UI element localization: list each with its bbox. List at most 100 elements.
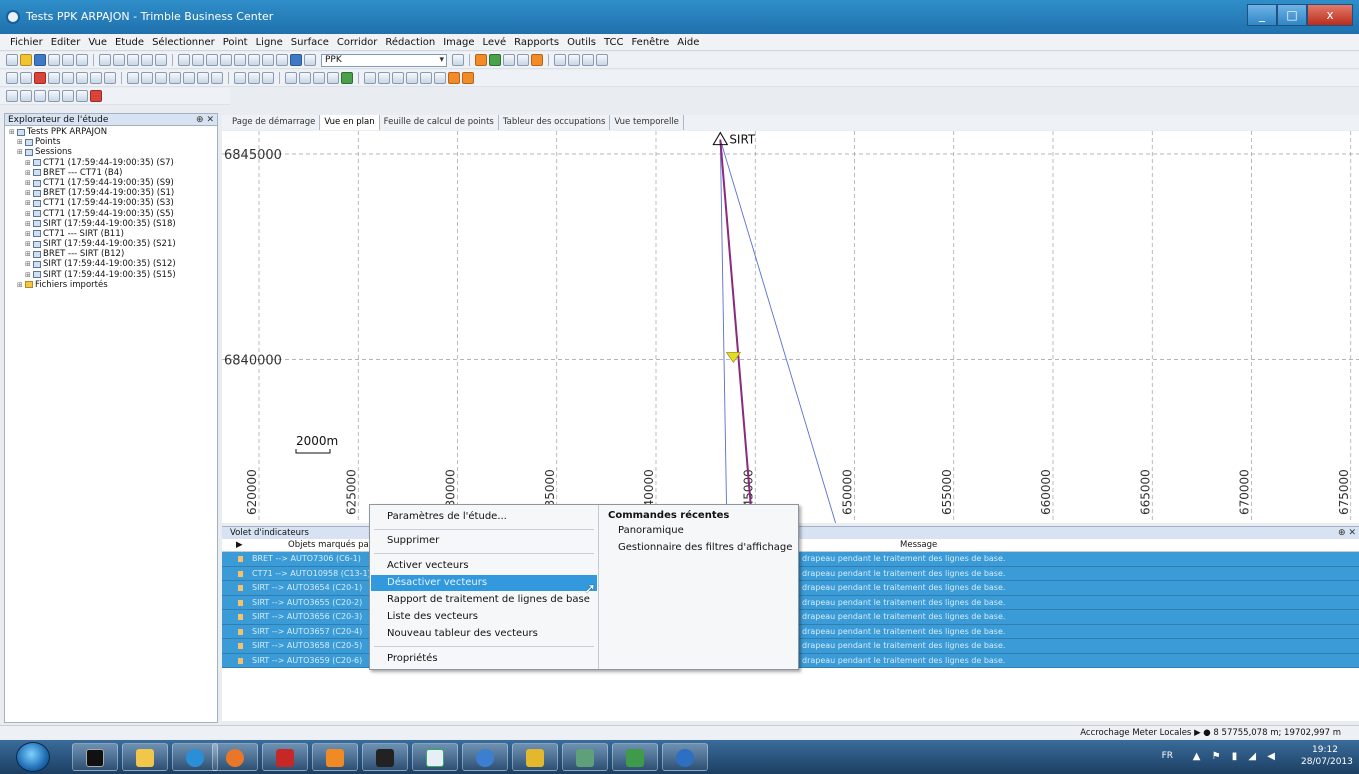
sheet2-icon[interactable] [248, 72, 260, 84]
draw-icon[interactable] [304, 54, 316, 66]
taskbar-blackberry[interactable] [362, 743, 408, 771]
layer-icon[interactable] [234, 54, 246, 66]
table-icon[interactable] [262, 54, 274, 66]
tree-node[interactable]: ⊞ BRET (17:59:44-19:00:35) (S1) [5, 188, 217, 198]
person-icon[interactable] [448, 72, 460, 84]
selection-filter-icon[interactable] [290, 54, 302, 66]
compute-icon[interactable] [127, 72, 139, 84]
menu-corridor[interactable]: Corridor [333, 34, 382, 50]
tab-4[interactable]: Tableur des occupations [499, 115, 611, 130]
taskbar-vectorworks[interactable] [412, 743, 458, 771]
quality-icon[interactable] [211, 72, 223, 84]
expand-icon[interactable]: ⊞ [25, 168, 33, 178]
curve-tool-icon[interactable] [127, 54, 139, 66]
menu-slectionner[interactable]: Sélectionner [148, 34, 219, 50]
report-icon[interactable] [276, 54, 288, 66]
print-icon[interactable] [48, 54, 60, 66]
tree-node[interactable]: ⊞ BRET --- SIRT (B12) [5, 249, 217, 259]
export-icon[interactable] [76, 54, 88, 66]
menu-delete[interactable]: Supprimer [371, 533, 597, 549]
menu-fichier[interactable]: Fichier [6, 34, 47, 50]
taskbar-cmd[interactable] [72, 743, 118, 771]
tree-node[interactable]: ⊞ Sessions [5, 147, 217, 157]
expand-icon[interactable]: ⊞ [25, 239, 33, 249]
menu-outils[interactable]: Outils [563, 34, 600, 50]
baseline-icon[interactable] [141, 72, 153, 84]
language-indicator[interactable]: FR [1162, 751, 1173, 761]
column-message[interactable]: Message [900, 539, 937, 552]
menu-surface[interactable]: Surface [287, 34, 333, 50]
sheet3-icon[interactable] [262, 72, 274, 84]
recent-display-filter-manager[interactable]: Gestionnaire des filtres d'affichage [618, 541, 792, 555]
menu-rdaction[interactable]: Rédaction [381, 34, 439, 50]
expand-icon[interactable]: ⊞ [25, 270, 33, 280]
user-icon[interactable] [392, 72, 404, 84]
menu-image[interactable]: Image [439, 34, 478, 50]
gnss-vector-thin[interactable] [719, 139, 852, 523]
annotate-icon[interactable] [76, 90, 88, 102]
session-icon[interactable] [155, 72, 167, 84]
search-icon[interactable] [62, 72, 74, 84]
tree-node[interactable]: ⊞ Tests PPK ARPAJON [5, 127, 217, 137]
add-line-icon[interactable] [48, 90, 60, 102]
tree-node[interactable]: ⊞ CT71 (17:59:44-19:00:35) (S9) [5, 178, 217, 188]
pin-close-icon[interactable]: ⊕ ✕ [196, 114, 214, 126]
taskbar-firefox[interactable] [212, 743, 258, 771]
import-icon[interactable] [62, 54, 74, 66]
menu-fentre[interactable]: Fenêtre [627, 34, 673, 50]
tree-node[interactable]: ⊞ SIRT (17:59:44-19:00:35) (S15) [5, 270, 217, 280]
tab-3[interactable]: Feuille de calcul de points [380, 115, 499, 130]
add-text-icon[interactable] [62, 90, 74, 102]
taskbar-outlook[interactable] [312, 743, 358, 771]
view-filter-combo[interactable]: PPK [321, 53, 447, 67]
line-tool-icon[interactable] [99, 54, 111, 66]
zoom-extents-icon[interactable] [178, 54, 190, 66]
column-objects[interactable]: Objets marqués par [288, 539, 372, 552]
menu-ligne[interactable]: Ligne [252, 34, 287, 50]
menu-baseline-report[interactable]: Rapport de traitement de lignes de base [371, 592, 597, 608]
properties-icon[interactable] [48, 72, 60, 84]
add-point-icon[interactable] [34, 90, 46, 102]
expand-icon[interactable]: ⊞ [17, 137, 25, 147]
filter-icon[interactable] [452, 54, 464, 66]
occupation-icon[interactable] [169, 72, 181, 84]
start-button[interactable] [16, 742, 50, 772]
active-tool-icon[interactable] [531, 54, 543, 66]
marker-icon[interactable] [90, 90, 102, 102]
transform-icon[interactable] [299, 72, 311, 84]
save-icon[interactable] [34, 54, 46, 66]
taskbar-trimble[interactable] [662, 743, 708, 771]
tree-node[interactable]: ⊞ CT71 --- SIRT (B11) [5, 229, 217, 239]
menu-etude[interactable]: Etude [111, 34, 148, 50]
view-icon[interactable] [220, 54, 232, 66]
open-icon[interactable] [20, 54, 32, 66]
vector-icon[interactable] [90, 72, 102, 84]
expand-icon[interactable]: ⊞ [17, 147, 25, 157]
expand-icon[interactable]: ⊞ [17, 280, 25, 290]
grid-icon[interactable] [248, 54, 260, 66]
expand-icon[interactable]: ⊞ [25, 209, 33, 219]
menu-disable-vectors[interactable]: Désactiver vecteurs [371, 575, 597, 591]
timeline-icon[interactable] [183, 72, 195, 84]
angle-icon[interactable] [568, 54, 580, 66]
menu-tcc[interactable]: TCC [600, 34, 628, 50]
menu-rapports[interactable]: Rapports [510, 34, 563, 50]
menu-project-settings[interactable]: Paramètres de l'étude... [371, 509, 597, 525]
menu-editer[interactable]: Editer [47, 34, 85, 50]
menu-point[interactable]: Point [219, 34, 252, 50]
taskbar-app-map[interactable] [562, 743, 608, 771]
tree-node[interactable]: ⊞ SIRT (17:59:44-19:00:35) (S21) [5, 239, 217, 249]
zoom-window-icon[interactable] [192, 54, 204, 66]
expand-icon[interactable]: ⊞ [25, 219, 33, 229]
site-icon[interactable] [327, 72, 339, 84]
expand-icon[interactable]: ⊞ [25, 229, 33, 239]
tab-2[interactable]: Vue en plan [320, 115, 380, 130]
arc-tool-icon[interactable] [113, 54, 125, 66]
tab-1[interactable]: Page de démarrage [228, 115, 321, 130]
close-button[interactable]: x [1307, 4, 1353, 26]
plan-view[interactable]: 6845000684000068350006830000620000625000… [222, 131, 1359, 523]
tree-node[interactable]: ⊞ SIRT (17:59:44-19:00:35) (S18) [5, 219, 217, 229]
pin-close-icon[interactable]: ⊕ ✕ [1338, 527, 1356, 539]
taskbar-app-yellow[interactable] [512, 743, 558, 771]
window-icon[interactable] [434, 72, 446, 84]
